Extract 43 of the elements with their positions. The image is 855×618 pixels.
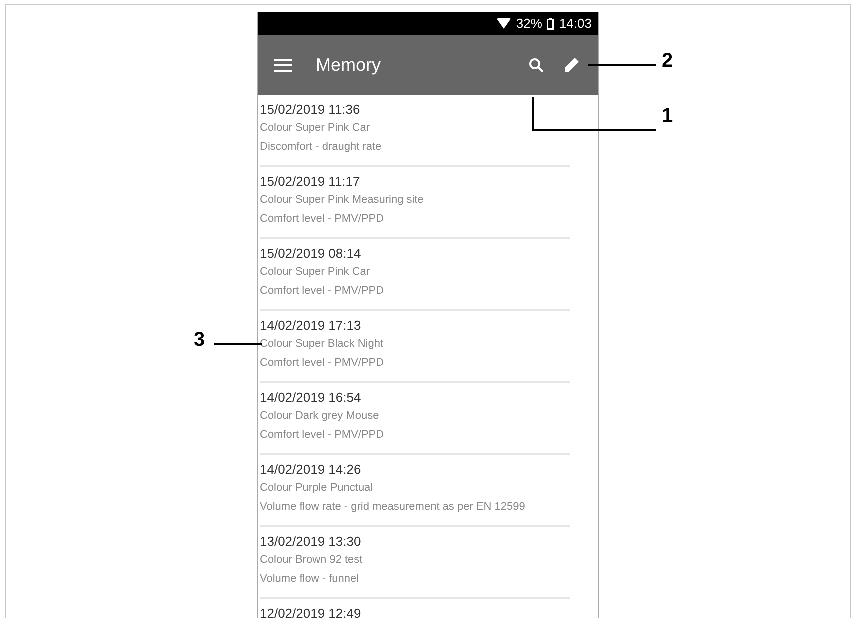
- entry-detail: Comfort level - PMV/PPD: [260, 212, 386, 227]
- memory-entry[interactable]: 14/02/2019 16:54 Colour Dark grey Mouse Comfort level - PMV/PPD: [260, 383, 570, 455]
- battery-icon: [547, 18, 554, 30]
- wifi-icon: [497, 18, 512, 29]
- entry-detail: Colour Dark grey Mouse: [260, 409, 380, 424]
- entry-detail: Colour Super Pink Car: [260, 265, 372, 280]
- entry-detail: Colour Super Pink Measuring site: [260, 193, 425, 208]
- entry-detail: Comfort level - PMV/PPD: [260, 284, 386, 299]
- entry-date: 14/02/2019 14:26: [260, 461, 362, 479]
- menu-icon[interactable]: [274, 58, 292, 72]
- entry-date: 14/02/2019 17:13: [260, 317, 362, 335]
- entry-detail: Comfort level - PMV/PPD: [260, 356, 386, 371]
- memory-entry[interactable]: 14/02/2019 17:13 Colour Super Black Night Comfort level - PMV/PPD: [260, 311, 570, 383]
- entry-detail: Colour Purple Punctual: [260, 481, 374, 496]
- entry-date: 15/02/2019 08:14: [260, 245, 362, 263]
- entry-detail: Colour Super Pink Car: [260, 121, 372, 136]
- memory-entry[interactable]: 15/02/2019 08:14 Colour Super Pink Car Comfort level - PMV/PPD: [260, 239, 570, 311]
- pencil-icon[interactable]: [564, 57, 580, 73]
- memory-entry[interactable]: 15/02/2019 11:17 Colour Super Pink Measuring site Comfort level - PMV/PPD: [260, 167, 570, 239]
- leader-line: [214, 343, 262, 345]
- entry-detail: Discomfort - draught rate: [260, 140, 383, 155]
- clock-time: 14:03: [559, 16, 592, 31]
- entry-detail: Colour Super Black Night: [260, 337, 385, 352]
- callout-number: 2: [662, 50, 674, 73]
- leader-line: [588, 64, 656, 66]
- entry-date: 14/02/2019 16:54: [260, 389, 362, 407]
- battery-percent: 32%: [516, 16, 542, 31]
- entry-date: 15/02/2019 11:36: [260, 101, 362, 119]
- memory-entry[interactable]: 13/02/2019 13:30 Colour Brown 92 test Volume flow - funnel: [260, 527, 570, 599]
- entry-detail: Comfort level - PMV/PPD: [260, 428, 386, 443]
- memory-entry[interactable]: 14/02/2019 14:26 Colour Purple Punctual Volume flow rate - grid measurement as per EN 12599: [260, 455, 570, 527]
- callout-number: 1: [662, 105, 674, 128]
- memory-entry[interactable]: 12/02/2019 12:49: [260, 599, 570, 618]
- entry-date: 13/02/2019 13:30: [260, 533, 362, 551]
- entry-date: 12/02/2019 12:49: [260, 605, 362, 618]
- entry-detail: Volume flow rate - grid measurement as per EN 12599: [260, 500, 526, 515]
- app-title: Memory: [316, 54, 382, 76]
- search-icon[interactable]: [529, 58, 544, 72]
- entry-detail: Volume flow - funnel: [260, 572, 360, 587]
- entry-date: 15/02/2019 11:17: [260, 173, 362, 191]
- callout-number: 3: [194, 329, 206, 352]
- entry-detail: Colour Brown 92 test: [260, 553, 364, 568]
- memory-entry[interactable]: 15/02/2019 11:36 Colour Super Pink Car Discomfort - draught rate: [260, 95, 570, 167]
